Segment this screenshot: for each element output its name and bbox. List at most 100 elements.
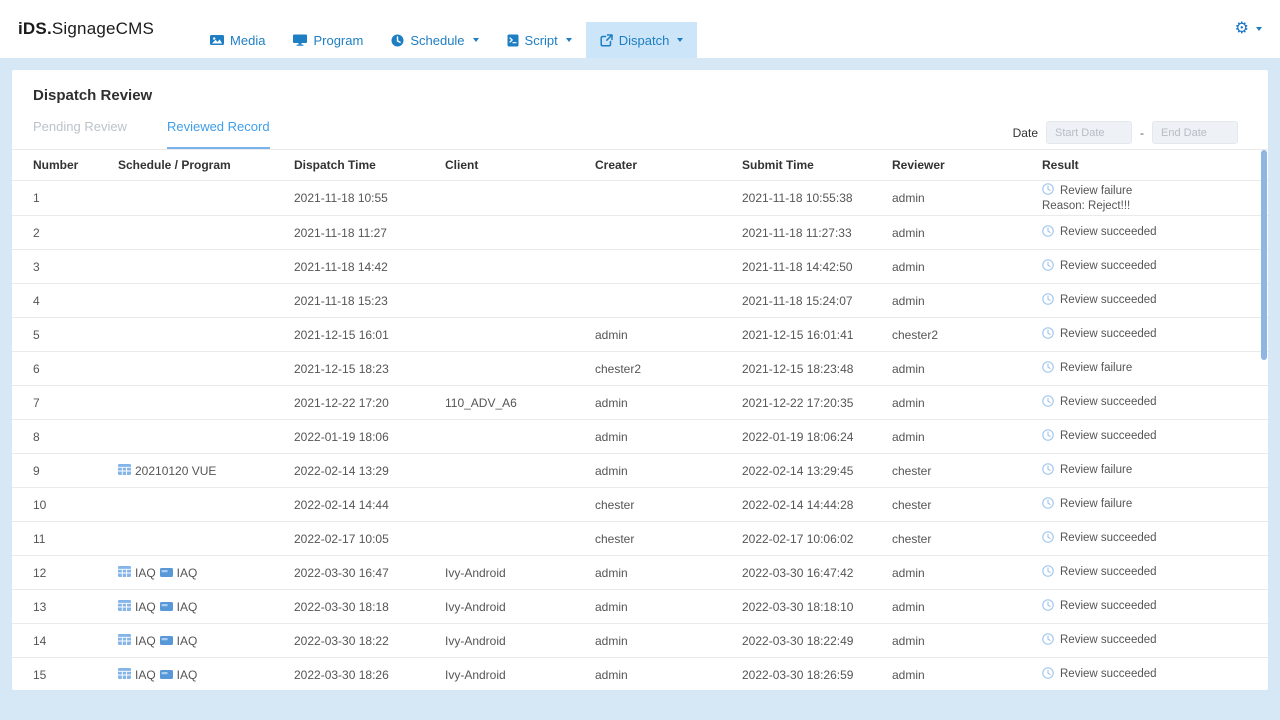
column-header-schedule-program: Schedule / Program [118,150,294,181]
cell-dispatch-time: 2021-12-15 16:01 [294,318,445,352]
result-text: Review succeeded [1060,532,1157,545]
cell-client [445,488,595,522]
brand-bold: iDS. [18,19,52,38]
column-header-client: Client [445,150,595,181]
result-text: Review failure [1060,362,1132,375]
result-text: Review failure [1060,464,1132,477]
table-row: 5 2021-12-15 16:01 admin 2021-12-15 16:0… [12,318,1268,352]
cell-reviewer: chester [892,488,1042,522]
clock-status-icon [1042,293,1054,309]
cell-creater [595,250,742,284]
cell-submit-time: 2021-12-22 17:20:35 [742,386,892,420]
cell-result: Review succeeded [1042,284,1268,318]
table-row: 11 2022-02-17 10:05 chester 2022-02-17 1… [12,522,1268,556]
clock-status-icon [1042,327,1054,343]
cell-number: 1 [12,181,118,216]
result-text: Review succeeded [1060,634,1157,647]
clock-status-icon [1042,599,1054,615]
calendar-grid-icon [118,464,131,478]
cell-dispatch-time: 2022-02-17 10:05 [294,522,445,556]
nav-item-media[interactable]: Media [196,22,279,58]
media-icon [210,34,224,46]
cell-reviewer: admin [892,658,1042,691]
program-name: IAQ [177,634,198,648]
cell-number: 4 [12,284,118,318]
table-row: 8 2022-01-19 18:06 admin 2022-01-19 18:0… [12,420,1268,454]
cell-dispatch-time: 2021-11-18 10:55 [294,181,445,216]
program-name: IAQ [177,566,198,580]
result-text: Review succeeded [1060,396,1157,409]
schedule-name: IAQ [135,668,156,682]
cell-schedule-program: 20210120 VUE [118,454,294,488]
gear-icon[interactable]: ⚙ [1235,21,1249,37]
tab-reviewed-record[interactable]: Reviewed Record [167,119,270,149]
calendar-grid-icon [118,634,131,648]
table-row: 12 IAQIAQ 2022-03-30 16:47 Ivy-Android a… [12,556,1268,590]
cell-client: Ivy-Android [445,624,595,658]
scrollbar-thumb[interactable] [1261,150,1267,360]
program-solid-icon [160,566,173,580]
cell-creater: chester [595,488,742,522]
cell-creater: chester2 [595,352,742,386]
clock-status-icon [1042,259,1054,275]
cell-creater [595,181,742,216]
column-header-submit-time: Submit Time [742,150,892,181]
settings-caret-icon[interactable] [1256,27,1262,31]
cell-creater: admin [595,590,742,624]
cell-schedule-program [118,250,294,284]
vertical-scrollbar[interactable] [1261,150,1267,688]
cell-number: 10 [12,488,118,522]
table-row: 13 IAQIAQ 2022-03-30 18:18 Ivy-Android a… [12,590,1268,624]
cell-number: 13 [12,590,118,624]
nav-item-program[interactable]: Program [279,22,377,58]
cell-result: Review succeeded [1042,590,1268,624]
cell-dispatch-time: 2022-03-30 18:26 [294,658,445,691]
cell-result: Review failure [1042,488,1268,522]
cell-number: 9 [12,454,118,488]
cell-submit-time: 2021-12-15 18:23:48 [742,352,892,386]
cell-dispatch-time: 2021-12-22 17:20 [294,386,445,420]
cell-submit-time: 2021-12-15 16:01:41 [742,318,892,352]
start-date-input[interactable] [1046,121,1132,144]
cell-number: 5 [12,318,118,352]
cell-dispatch-time: 2022-03-30 16:47 [294,556,445,590]
column-header-reviewer: Reviewer [892,150,1042,181]
cell-number: 7 [12,386,118,420]
date-range-separator: - [1140,126,1144,140]
dispatch-review-card: Dispatch Review Pending ReviewReviewed R… [12,70,1268,690]
settings-area: ⚙ [1235,21,1262,37]
nav-item-label: Media [230,33,265,48]
cell-dispatch-time: 2022-03-30 18:18 [294,590,445,624]
cell-submit-time: 2021-11-18 10:55:38 [742,181,892,216]
cell-schedule-program: IAQIAQ [118,590,294,624]
cell-result: Review succeeded [1042,216,1268,250]
brand-logo: iDS.SignageCMS [18,19,154,39]
cell-number: 15 [12,658,118,691]
clock-status-icon [1042,225,1054,241]
result-text: Review succeeded [1060,226,1157,239]
chevron-down-icon [566,38,572,42]
cell-client [445,181,595,216]
cell-creater [595,284,742,318]
table-row: 14 IAQIAQ 2022-03-30 18:22 Ivy-Android a… [12,624,1268,658]
end-date-input[interactable] [1152,121,1238,144]
nav-item-schedule[interactable]: Schedule [377,22,492,58]
tab-pending-review[interactable]: Pending Review [33,119,127,149]
result-reason: Reason: Reject!!! [1042,200,1264,213]
card-header: Dispatch Review Pending ReviewReviewed R… [12,70,1268,149]
cell-submit-time: 2022-03-30 18:18:10 [742,590,892,624]
cell-creater: admin [595,556,742,590]
cell-number: 2 [12,216,118,250]
clock-status-icon [1042,633,1054,649]
cell-result: Review failure [1042,454,1268,488]
cell-reviewer: chester [892,454,1042,488]
cell-schedule-program [118,181,294,216]
cell-submit-time: 2022-02-14 14:44:28 [742,488,892,522]
nav-item-dispatch[interactable]: Dispatch [586,22,698,58]
cell-reviewer: admin [892,216,1042,250]
cell-number: 6 [12,352,118,386]
tab-bar: Pending Review Reviewed Record [33,119,270,149]
result-text: Review succeeded [1060,668,1157,681]
cell-result: Review failure [1042,352,1268,386]
nav-item-script[interactable]: Script [493,22,586,58]
